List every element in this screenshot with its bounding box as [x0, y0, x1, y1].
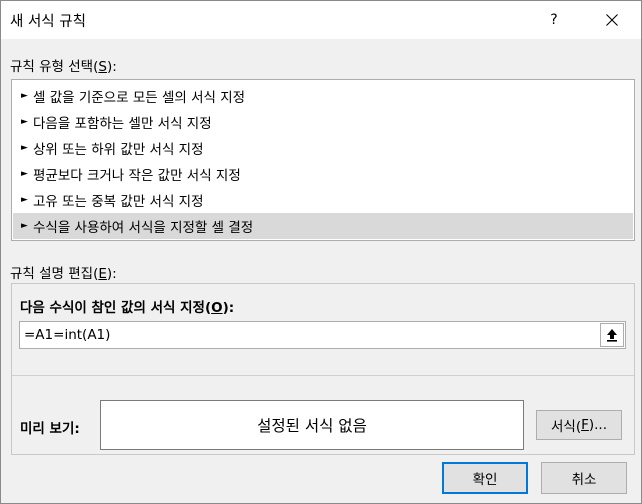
- rule-type-item[interactable]: ► 평균보다 크거나 작은 값만 서식 지정: [13, 161, 633, 187]
- triangle-right-icon: ►: [21, 169, 28, 179]
- help-icon: ?: [550, 12, 558, 28]
- help-button[interactable]: ?: [531, 1, 577, 39]
- rule-type-item[interactable]: ► 상위 또는 하위 값만 서식 지정: [13, 135, 633, 161]
- rule-edit-label: 규칙 설명 편집(E):: [10, 266, 117, 282]
- title-bar: 새 서식 규칙 ?: [1, 1, 641, 39]
- divider: [12, 375, 634, 376]
- rule-type-item[interactable]: ► 다음을 포함하는 셀만 서식 지정: [13, 109, 633, 135]
- triangle-right-icon: ►: [21, 221, 28, 231]
- collapse-dialog-button[interactable]: [600, 323, 624, 347]
- ok-button[interactable]: 확인: [442, 462, 528, 494]
- upload-arrow-icon: [607, 329, 617, 342]
- triangle-right-icon: ►: [21, 195, 28, 205]
- cancel-button[interactable]: 취소: [541, 462, 627, 494]
- rule-type-item-selected[interactable]: ► 수식을 사용하여 서식을 지정할 셀 결정: [13, 213, 633, 239]
- triangle-right-icon: ►: [21, 143, 28, 153]
- new-format-rule-dialog: 새 서식 규칙 ? 규칙 유형 선택(S): ► 셀 값을 기준으로 모든 셀의 …: [0, 0, 642, 504]
- close-button[interactable]: [589, 1, 635, 39]
- dialog-title: 새 서식 규칙: [10, 14, 86, 30]
- format-button[interactable]: 서식(F)...: [536, 410, 622, 440]
- preview-label: 미리 보기:: [20, 421, 80, 437]
- rule-type-item[interactable]: ► 고유 또는 중복 값만 서식 지정: [13, 187, 633, 213]
- triangle-right-icon: ►: [21, 117, 28, 127]
- close-icon: [606, 14, 618, 26]
- rule-edit-panel: 다음 수식이 참인 값의 서식 지정(O): =A1=int(A1) 미리 보기…: [11, 283, 635, 455]
- rule-type-item[interactable]: ► 셀 값을 기준으로 모든 셀의 서식 지정: [13, 83, 633, 109]
- formula-label: 다음 수식이 참인 값의 서식 지정(O):: [20, 300, 235, 316]
- rule-type-label: 규칙 유형 선택(S):: [10, 59, 117, 75]
- rule-type-list[interactable]: ► 셀 값을 기준으로 모든 셀의 서식 지정 ► 다음을 포함하는 셀만 서식 지…: [11, 79, 635, 241]
- formula-input[interactable]: =A1=int(A1): [19, 321, 626, 349]
- formula-value: =A1=int(A1): [24, 327, 111, 343]
- preview-box: 설정된 서식 없음: [100, 400, 524, 450]
- triangle-right-icon: ►: [21, 91, 28, 101]
- preview-text: 설정된 서식 없음: [257, 417, 367, 435]
